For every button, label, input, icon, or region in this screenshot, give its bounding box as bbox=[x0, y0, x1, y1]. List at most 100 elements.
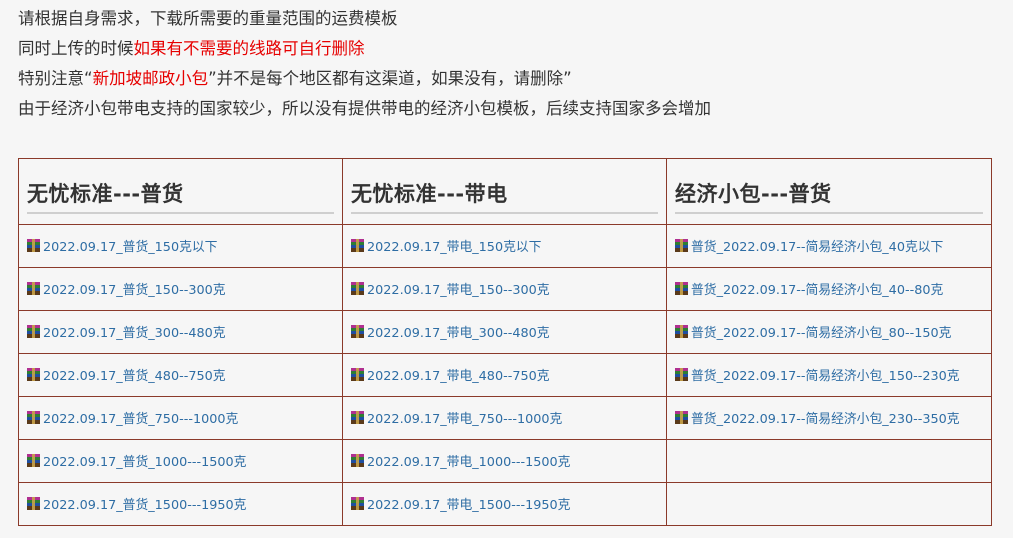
template-download-link[interactable]: 2022.09.17_带电_300--480克 bbox=[351, 322, 550, 341]
intro-line-2: 同时上传的时候如果有不需要的线路可自行删除 bbox=[18, 34, 711, 64]
column-header-title: 经济小包---普货 bbox=[675, 178, 983, 214]
file-name: 2022.09.17_带电_300--480克 bbox=[367, 326, 550, 341]
column-header-title: 无忧标准---普货 bbox=[27, 178, 334, 214]
template-download-link[interactable]: 2022.09.17_带电_1500---1950克 bbox=[351, 494, 570, 513]
template-download-link[interactable]: 普货_2022.09.17--简易经济小包_40--80克 bbox=[675, 279, 943, 298]
template-download-link[interactable]: 普货_2022.09.17--简易经济小包_80--150克 bbox=[675, 322, 951, 341]
template-download-link[interactable]: 2022.09.17_普货_1000---1500克 bbox=[27, 451, 246, 470]
rar-archive-icon bbox=[675, 282, 688, 295]
file-name: 2022.09.17_带电_150克以下 bbox=[367, 240, 542, 255]
rar-archive-icon bbox=[351, 411, 364, 424]
file-name: 2022.09.17_普货_300--480克 bbox=[43, 326, 226, 341]
rar-archive-icon bbox=[27, 239, 40, 252]
template-download-table: 无忧标准---普货 无忧标准---带电 经济小包---普货 2022.09.17… bbox=[18, 158, 992, 526]
table-cell: 2022.09.17_带电_150--300克 bbox=[342, 267, 667, 311]
file-name: 普货_2022.09.17--简易经济小包_150--230克 bbox=[691, 369, 960, 384]
rar-archive-icon bbox=[675, 239, 688, 252]
table-cell: 2022.09.17_带电_1500---1950克 bbox=[342, 482, 667, 526]
table-cell: 普货_2022.09.17--简易经济小包_40克以下 bbox=[666, 224, 992, 268]
table-row: 2022.09.17_普货_1000---1500克 2022.09.17_带电_… bbox=[18, 439, 992, 483]
table-cell: 2022.09.17_带电_1000---1500克 bbox=[342, 439, 667, 483]
template-download-link[interactable]: 2022.09.17_带电_750---1000克 bbox=[351, 408, 562, 427]
table-cell: 2022.09.17_带电_300--480克 bbox=[342, 310, 667, 354]
file-name: 普货_2022.09.17--简易经济小包_230--350克 bbox=[691, 412, 960, 427]
table-cell: 2022.09.17_普货_480--750克 bbox=[18, 353, 343, 397]
file-name: 2022.09.17_带电_1000---1500克 bbox=[367, 455, 571, 470]
table-body: 2022.09.17_普货_150克以下 2022.09.17_带电_150克以下… bbox=[18, 224, 992, 526]
file-name: 2022.09.17_带电_750---1000克 bbox=[367, 412, 563, 427]
rar-archive-icon bbox=[675, 325, 688, 338]
table-cell: 普货_2022.09.17--简易经济小包_230--350克 bbox=[666, 396, 992, 440]
column-header: 经济小包---普货 bbox=[666, 158, 992, 225]
file-name: 2022.09.17_普货_1500---1950克 bbox=[43, 498, 247, 513]
file-name: 普货_2022.09.17--简易经济小包_40--80克 bbox=[691, 283, 944, 298]
template-download-link[interactable]: 普货_2022.09.17--简易经济小包_150--230克 bbox=[675, 365, 960, 384]
intro-line-2-highlight: 如果有不需要的线路可自行删除 bbox=[133, 39, 365, 58]
template-download-link[interactable]: 2022.09.17_带电_1000---1500克 bbox=[351, 451, 570, 470]
table-cell: 2022.09.17_普货_150克以下 bbox=[18, 224, 343, 268]
rar-archive-icon bbox=[27, 282, 40, 295]
table-cell: 2022.09.17_普货_750---1000克 bbox=[18, 396, 343, 440]
table-cell: 2022.09.17_带电_480--750克 bbox=[342, 353, 667, 397]
template-download-link[interactable]: 2022.09.17_带电_150--300克 bbox=[351, 279, 550, 298]
table-row: 2022.09.17_普货_750---1000克 2022.09.17_带电_7… bbox=[18, 396, 992, 440]
rar-archive-icon bbox=[675, 368, 688, 381]
file-name: 2022.09.17_带电_480--750克 bbox=[367, 369, 550, 384]
rar-archive-icon bbox=[27, 368, 40, 381]
intro-line-1: 请根据自身需求，下载所需要的重量范围的运费模板 bbox=[18, 9, 398, 28]
template-download-link[interactable]: 2022.09.17_带电_480--750克 bbox=[351, 365, 550, 384]
table-row: 2022.09.17_普货_1500---1950克 2022.09.17_带电_… bbox=[18, 482, 992, 526]
file-name: 普货_2022.09.17--简易经济小包_40克以下 bbox=[691, 240, 944, 255]
table-header-row: 无忧标准---普货 无忧标准---带电 经济小包---普货 bbox=[18, 158, 992, 225]
intro-line-3-highlight: 新加坡邮政小包 bbox=[92, 69, 209, 88]
file-name: 2022.09.17_普货_150克以下 bbox=[43, 240, 218, 255]
table-cell bbox=[666, 439, 992, 483]
table-cell: 2022.09.17_普货_150--300克 bbox=[18, 267, 343, 311]
column-header-title: 无忧标准---带电 bbox=[351, 178, 658, 214]
column-header: 无忧标准---普货 bbox=[18, 158, 343, 225]
intro-line-3: 特别注意“新加坡邮政小包”并不是每个地区都有这渠道，如果没有，请删除” bbox=[18, 64, 711, 94]
rar-archive-icon bbox=[351, 454, 364, 467]
template-download-link[interactable]: 2022.09.17_普货_150克以下 bbox=[27, 236, 217, 255]
template-download-link[interactable]: 2022.09.17_普货_1500---1950克 bbox=[27, 494, 246, 513]
table-cell: 2022.09.17_普货_300--480克 bbox=[18, 310, 343, 354]
intro-line-3-prefix: 特别注意“ bbox=[18, 69, 93, 88]
file-name: 2022.09.17_普货_1000---1500克 bbox=[43, 455, 247, 470]
rar-archive-icon bbox=[27, 411, 40, 424]
template-download-link[interactable]: 普货_2022.09.17--简易经济小包_230--350克 bbox=[675, 408, 960, 427]
file-name: 2022.09.17_普货_750---1000克 bbox=[43, 412, 239, 427]
template-download-link[interactable]: 2022.09.17_普货_750---1000克 bbox=[27, 408, 238, 427]
rar-archive-icon bbox=[351, 239, 364, 252]
table-cell: 2022.09.17_带电_150克以下 bbox=[342, 224, 667, 268]
file-name: 2022.09.17_普货_150--300克 bbox=[43, 283, 226, 298]
intro-text: 请根据自身需求，下载所需要的重量范围的运费模板 同时上传的时候如果有不需要的线路… bbox=[18, 4, 711, 124]
template-download-link[interactable]: 2022.09.17_带电_150克以下 bbox=[351, 236, 541, 255]
template-download-link[interactable]: 2022.09.17_普货_300--480克 bbox=[27, 322, 226, 341]
rar-archive-icon bbox=[675, 411, 688, 424]
file-name: 普货_2022.09.17--简易经济小包_80--150克 bbox=[691, 326, 952, 341]
file-name: 2022.09.17_普货_480--750克 bbox=[43, 369, 226, 384]
table-row: 2022.09.17_普货_150--300克 2022.09.17_带电_150… bbox=[18, 267, 992, 311]
intro-line-3-suffix: ”并不是每个地区都有这渠道，如果没有，请删除” bbox=[208, 69, 572, 88]
rar-archive-icon bbox=[27, 454, 40, 467]
table-cell: 2022.09.17_普货_1500---1950克 bbox=[18, 482, 343, 526]
rar-archive-icon bbox=[351, 368, 364, 381]
table-cell bbox=[666, 482, 992, 526]
template-download-link[interactable]: 普货_2022.09.17--简易经济小包_40克以下 bbox=[675, 236, 943, 255]
intro-line-2-prefix: 同时上传的时候 bbox=[18, 39, 134, 58]
table-row: 2022.09.17_普货_150克以下 2022.09.17_带电_150克以下… bbox=[18, 224, 992, 268]
intro-line-4: 由于经济小包带电支持的国家较少，所以没有提供带电的经济小包模板，后续支持国家多会… bbox=[18, 99, 711, 118]
table-cell: 普货_2022.09.17--简易经济小包_40--80克 bbox=[666, 267, 992, 311]
rar-archive-icon bbox=[351, 497, 364, 510]
rar-archive-icon bbox=[27, 497, 40, 510]
rar-archive-icon bbox=[27, 325, 40, 338]
table-cell: 普货_2022.09.17--简易经济小包_80--150克 bbox=[666, 310, 992, 354]
template-download-link[interactable]: 2022.09.17_普货_150--300克 bbox=[27, 279, 226, 298]
rar-archive-icon bbox=[351, 325, 364, 338]
table-cell: 2022.09.17_带电_750---1000克 bbox=[342, 396, 667, 440]
column-header: 无忧标准---带电 bbox=[342, 158, 667, 225]
template-download-link[interactable]: 2022.09.17_普货_480--750克 bbox=[27, 365, 226, 384]
table-row: 2022.09.17_普货_480--750克 2022.09.17_带电_480… bbox=[18, 353, 992, 397]
file-name: 2022.09.17_带电_150--300克 bbox=[367, 283, 550, 298]
table-cell: 普货_2022.09.17--简易经济小包_150--230克 bbox=[666, 353, 992, 397]
